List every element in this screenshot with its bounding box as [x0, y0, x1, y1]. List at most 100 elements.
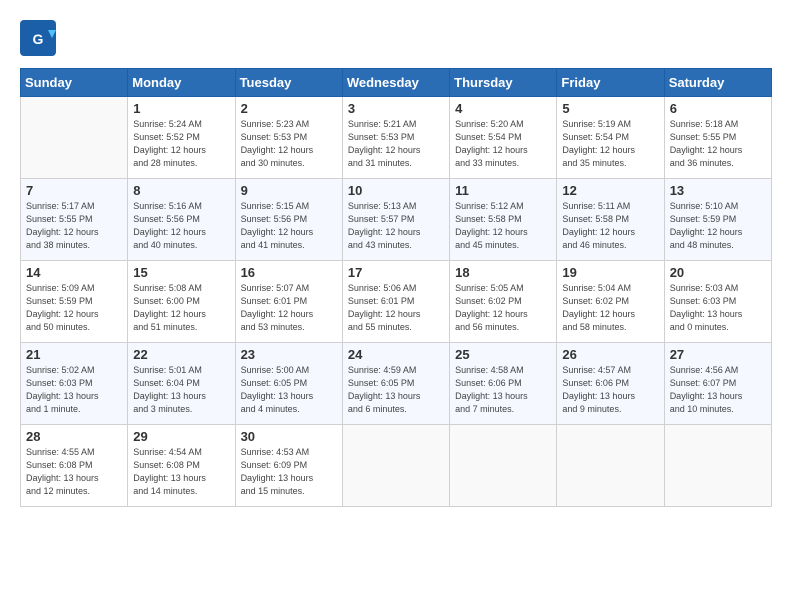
calendar-cell: 29 Sunrise: 4:54 AMSunset: 6:08 PMDayligh…	[128, 425, 235, 507]
logo-icon: G	[20, 20, 56, 56]
day-number: 7	[26, 183, 122, 198]
day-info: Sunrise: 4:59 AMSunset: 6:05 PMDaylight:…	[348, 364, 444, 416]
calendar-table: SundayMondayTuesdayWednesdayThursdayFrid…	[20, 68, 772, 507]
calendar-cell: 23Sunrise: 5:00 AMSunset: 6:05 PMDayligh…	[235, 343, 342, 425]
calendar-week-5: 28 Sunrise: 4:55 AMSunset: 6:08 PMDayligh…	[21, 425, 772, 507]
day-info: Sunrise: 5:11 AMSunset: 5:58 PMDaylight:…	[562, 200, 658, 252]
day-info: Sunrise: 5:01 AMSunset: 6:04 PMDaylight:…	[133, 364, 229, 416]
day-info: Sunrise: 5:23 AMSunset: 5:53 PMDaylight:…	[241, 118, 337, 170]
weekday-header-monday: Monday	[128, 69, 235, 97]
day-info: Sunrise: 5:07 AMSunset: 6:01 PMDaylight:…	[241, 282, 337, 334]
calendar-cell: 24Sunrise: 4:59 AMSunset: 6:05 PMDayligh…	[342, 343, 449, 425]
calendar-cell: 6 Sunrise: 5:18 AMSunset: 5:55 PMDaylight…	[664, 97, 771, 179]
weekday-header-tuesday: Tuesday	[235, 69, 342, 97]
calendar-body: 1 Sunrise: 5:24 AMSunset: 5:52 PMDaylight…	[21, 97, 772, 507]
calendar-cell: 28 Sunrise: 4:55 AMSunset: 6:08 PMDayligh…	[21, 425, 128, 507]
day-number: 25	[455, 347, 551, 362]
day-number: 10	[348, 183, 444, 198]
calendar-cell: 22 Sunrise: 5:01 AMSunset: 6:04 PMDayligh…	[128, 343, 235, 425]
day-info: Sunrise: 5:10 AMSunset: 5:59 PMDaylight:…	[670, 200, 766, 252]
day-number: 9	[241, 183, 337, 198]
weekday-header-thursday: Thursday	[450, 69, 557, 97]
day-number: 15	[133, 265, 229, 280]
day-number: 30	[241, 429, 337, 444]
calendar-cell	[664, 425, 771, 507]
calendar-cell: 15 Sunrise: 5:08 AMSunset: 6:00 PMDayligh…	[128, 261, 235, 343]
day-number: 17	[348, 265, 444, 280]
calendar-cell: 18Sunrise: 5:05 AMSunset: 6:02 PMDayligh…	[450, 261, 557, 343]
calendar-cell: 13Sunrise: 5:10 AMSunset: 5:59 PMDayligh…	[664, 179, 771, 261]
day-number: 21	[26, 347, 122, 362]
day-info: Sunrise: 5:08 AMSunset: 6:00 PMDaylight:…	[133, 282, 229, 334]
day-info: Sunrise: 4:55 AMSunset: 6:08 PMDaylight:…	[26, 446, 122, 498]
day-number: 11	[455, 183, 551, 198]
day-info: Sunrise: 5:05 AMSunset: 6:02 PMDaylight:…	[455, 282, 551, 334]
day-info: Sunrise: 5:17 AMSunset: 5:55 PMDaylight:…	[26, 200, 122, 252]
calendar-cell: 8 Sunrise: 5:16 AMSunset: 5:56 PMDaylight…	[128, 179, 235, 261]
day-info: Sunrise: 5:18 AMSunset: 5:55 PMDaylight:…	[670, 118, 766, 170]
day-info: Sunrise: 5:03 AMSunset: 6:03 PMDaylight:…	[670, 282, 766, 334]
calendar-week-4: 21 Sunrise: 5:02 AMSunset: 6:03 PMDayligh…	[21, 343, 772, 425]
calendar-cell: 16 Sunrise: 5:07 AMSunset: 6:01 PMDayligh…	[235, 261, 342, 343]
day-number: 8	[133, 183, 229, 198]
weekday-header-sunday: Sunday	[21, 69, 128, 97]
day-number: 23	[241, 347, 337, 362]
day-number: 3	[348, 101, 444, 116]
day-info: Sunrise: 5:12 AMSunset: 5:58 PMDaylight:…	[455, 200, 551, 252]
weekday-header-wednesday: Wednesday	[342, 69, 449, 97]
calendar-cell: 17 Sunrise: 5:06 AMSunset: 6:01 PMDayligh…	[342, 261, 449, 343]
day-number: 22	[133, 347, 229, 362]
calendar-cell: 9Sunrise: 5:15 AMSunset: 5:56 PMDaylight…	[235, 179, 342, 261]
calendar-cell: 30 Sunrise: 4:53 AMSunset: 6:09 PMDayligh…	[235, 425, 342, 507]
day-info: Sunrise: 5:19 AMSunset: 5:54 PMDaylight:…	[562, 118, 658, 170]
day-info: Sunrise: 4:58 AMSunset: 6:06 PMDaylight:…	[455, 364, 551, 416]
calendar-week-1: 1 Sunrise: 5:24 AMSunset: 5:52 PMDaylight…	[21, 97, 772, 179]
calendar-cell: 5Sunrise: 5:19 AMSunset: 5:54 PMDaylight…	[557, 97, 664, 179]
day-info: Sunrise: 5:24 AMSunset: 5:52 PMDaylight:…	[133, 118, 229, 170]
calendar-cell: 10 Sunrise: 5:13 AMSunset: 5:57 PMDayligh…	[342, 179, 449, 261]
calendar-cell: 7 Sunrise: 5:17 AMSunset: 5:55 PMDaylight…	[21, 179, 128, 261]
day-number: 27	[670, 347, 766, 362]
calendar-cell: 21 Sunrise: 5:02 AMSunset: 6:03 PMDayligh…	[21, 343, 128, 425]
header: G	[20, 20, 772, 56]
calendar-week-2: 7 Sunrise: 5:17 AMSunset: 5:55 PMDaylight…	[21, 179, 772, 261]
day-info: Sunrise: 4:53 AMSunset: 6:09 PMDaylight:…	[241, 446, 337, 498]
calendar-cell: 1 Sunrise: 5:24 AMSunset: 5:52 PMDaylight…	[128, 97, 235, 179]
calendar-cell: 2 Sunrise: 5:23 AMSunset: 5:53 PMDaylight…	[235, 97, 342, 179]
calendar-cell: 19 Sunrise: 5:04 AMSunset: 6:02 PMDayligh…	[557, 261, 664, 343]
day-info: Sunrise: 5:13 AMSunset: 5:57 PMDaylight:…	[348, 200, 444, 252]
day-number: 28	[26, 429, 122, 444]
day-info: Sunrise: 5:21 AMSunset: 5:53 PMDaylight:…	[348, 118, 444, 170]
calendar-cell: 12 Sunrise: 5:11 AMSunset: 5:58 PMDayligh…	[557, 179, 664, 261]
calendar-cell: 25 Sunrise: 4:58 AMSunset: 6:06 PMDayligh…	[450, 343, 557, 425]
day-info: Sunrise: 5:09 AMSunset: 5:59 PMDaylight:…	[26, 282, 122, 334]
day-info: Sunrise: 5:06 AMSunset: 6:01 PMDaylight:…	[348, 282, 444, 334]
day-info: Sunrise: 5:02 AMSunset: 6:03 PMDaylight:…	[26, 364, 122, 416]
day-number: 1	[133, 101, 229, 116]
day-number: 14	[26, 265, 122, 280]
calendar-cell	[557, 425, 664, 507]
calendar-cell	[342, 425, 449, 507]
day-info: Sunrise: 5:04 AMSunset: 6:02 PMDaylight:…	[562, 282, 658, 334]
weekday-row: SundayMondayTuesdayWednesdayThursdayFrid…	[21, 69, 772, 97]
day-number: 20	[670, 265, 766, 280]
day-info: Sunrise: 5:16 AMSunset: 5:56 PMDaylight:…	[133, 200, 229, 252]
calendar-cell	[21, 97, 128, 179]
day-number: 4	[455, 101, 551, 116]
calendar-cell: 26Sunrise: 4:57 AMSunset: 6:06 PMDayligh…	[557, 343, 664, 425]
weekday-header-saturday: Saturday	[664, 69, 771, 97]
day-info: Sunrise: 4:54 AMSunset: 6:08 PMDaylight:…	[133, 446, 229, 498]
day-number: 19	[562, 265, 658, 280]
day-number: 2	[241, 101, 337, 116]
calendar-cell: 27 Sunrise: 4:56 AMSunset: 6:07 PMDayligh…	[664, 343, 771, 425]
main-container: G SundayMondayTuesdayWednesdayThursdayFr…	[0, 0, 792, 517]
day-number: 16	[241, 265, 337, 280]
day-number: 6	[670, 101, 766, 116]
day-number: 12	[562, 183, 658, 198]
day-info: Sunrise: 4:56 AMSunset: 6:07 PMDaylight:…	[670, 364, 766, 416]
calendar-header: SundayMondayTuesdayWednesdayThursdayFrid…	[21, 69, 772, 97]
day-number: 26	[562, 347, 658, 362]
calendar-cell: 14 Sunrise: 5:09 AMSunset: 5:59 PMDayligh…	[21, 261, 128, 343]
logo: G	[20, 20, 60, 56]
day-number: 29	[133, 429, 229, 444]
